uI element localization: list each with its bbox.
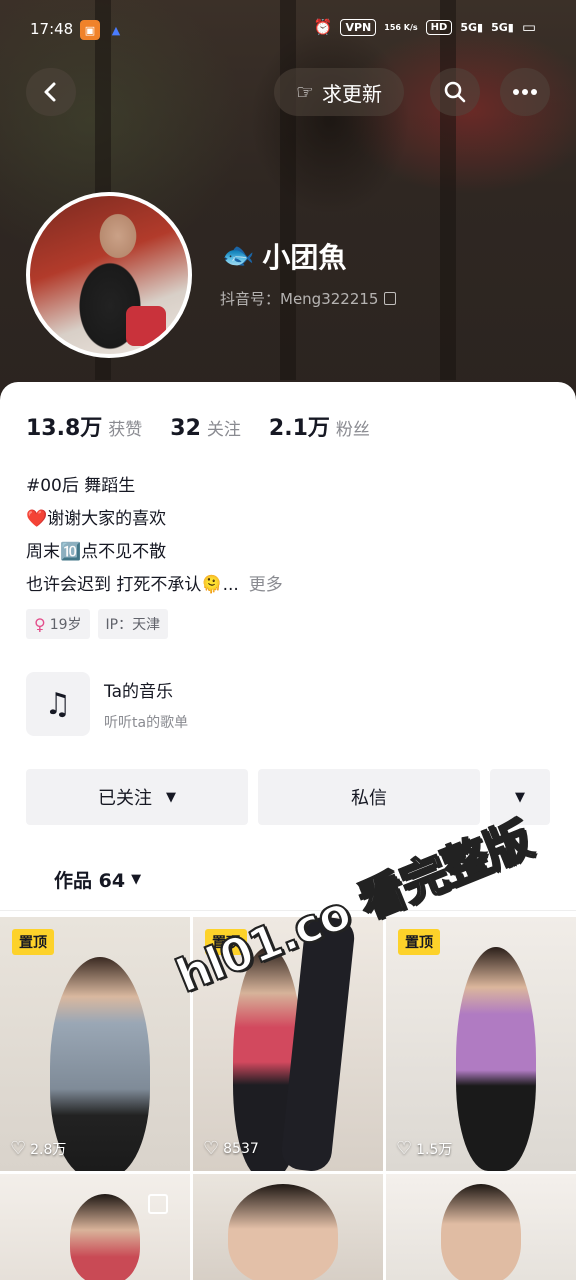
message-label: 私信: [351, 788, 387, 809]
bio-line: 也许会迟到 打死不承认🫠... 更多: [26, 575, 283, 595]
message-button[interactable]: 私信: [258, 769, 480, 825]
bio-more-link[interactable]: 更多: [249, 575, 283, 595]
profile-name-text: 小团魚: [262, 241, 347, 274]
profile-name: 🐟 小团魚: [222, 236, 346, 276]
image-set-icon: [148, 1194, 168, 1214]
back-button[interactable]: [26, 68, 76, 116]
stat-likes[interactable]: 13.8万 获赞: [26, 410, 142, 442]
vpn-badge: VPN: [340, 18, 377, 36]
network-speed: 156 K/s: [384, 22, 418, 32]
douyin-id[interactable]: 抖音号：Meng322215: [220, 288, 397, 309]
status-time: 17:48: [30, 20, 74, 38]
heart-outline-icon: ♡: [10, 1138, 27, 1159]
video-thumbnail-subject: [70, 1194, 140, 1280]
stat-label: 获赞: [108, 420, 143, 440]
douyin-id-text: 抖音号：Meng322215: [220, 290, 379, 308]
music-text: Ta的音乐 听听ta的歌单: [104, 677, 188, 732]
female-icon: ♀: [34, 614, 46, 634]
alarm-icon: ⏰: [313, 18, 333, 36]
more-button[interactable]: [500, 68, 550, 116]
fish-icon: 🐟: [222, 241, 255, 271]
avatar[interactable]: [26, 192, 192, 358]
heart-outline-icon: ♡: [203, 1138, 220, 1159]
battery-icon: ▭: [521, 18, 536, 36]
bio-line: #00后 舞蹈生: [26, 476, 136, 496]
profile-stats: 13.8万 获赞 32 关注 2.1万 粉丝: [26, 410, 370, 442]
video-thumbnail-subject: [228, 1184, 338, 1280]
heart-outline-icon: ♡: [396, 1138, 413, 1159]
video-tile[interactable]: 置顶 ♡ 1.5万: [386, 917, 576, 1171]
stat-value: 13.8万: [26, 416, 103, 441]
profile-bio: #00后 舞蹈生 ❤️谢谢大家的喜欢 周末🔟点不见不散 也许会迟到 打死不承认🫠…: [26, 470, 283, 602]
bio-line: 周末🔟点不见不散: [26, 542, 167, 562]
pinned-badge: 置顶: [398, 929, 440, 955]
stat-followers[interactable]: 2.1万 粉丝: [269, 410, 370, 442]
profile-tags: ♀ 19岁 IP：天津: [26, 609, 169, 639]
tab-works[interactable]: 作品 64 ▼: [54, 866, 141, 893]
stat-value: 2.1万: [268, 416, 330, 441]
copy-icon[interactable]: [384, 292, 397, 305]
music-entry[interactable]: ♫ Ta的音乐 听听ta的歌单: [26, 672, 188, 736]
video-tile[interactable]: [193, 1174, 383, 1280]
search-icon: [444, 81, 466, 103]
video-like-count: ♡ 1.5万: [396, 1138, 453, 1159]
stat-value: 32: [170, 416, 201, 441]
request-update-label: 求更新: [321, 81, 382, 106]
following-button[interactable]: 已关注 ▼: [26, 769, 248, 825]
video-tile[interactable]: 置顶 ♡ 2.8万: [0, 917, 190, 1171]
video-like-count: ♡ 2.8万: [10, 1138, 67, 1159]
stat-label: 粉丝: [335, 420, 370, 440]
ip-tag: IP：天津: [97, 609, 169, 639]
video-tile[interactable]: [386, 1174, 576, 1280]
bio-line: ❤️谢谢大家的喜欢: [26, 509, 167, 529]
pointing-hand-icon: ☞: [296, 80, 314, 104]
stat-label: 关注: [206, 420, 241, 440]
more-dots-icon: [513, 89, 537, 95]
caret-down-icon: ▼: [515, 789, 525, 805]
heart-emoji-icon: ❤️: [26, 509, 48, 529]
works-label: 作品 64: [54, 870, 126, 892]
search-button[interactable]: [430, 68, 480, 116]
pinned-badge: 置顶: [12, 929, 54, 955]
video-tile[interactable]: [0, 1174, 190, 1280]
age-tag: ♀ 19岁: [26, 609, 90, 639]
app-notification-icon: ▣: [80, 20, 100, 40]
app-notification-icon: ▲: [111, 23, 121, 37]
stat-following[interactable]: 32 关注: [170, 415, 241, 441]
video-thumbnail-subject: [456, 947, 536, 1171]
caret-down-icon: ▼: [131, 872, 142, 887]
music-note-icon: ♫: [26, 672, 90, 736]
music-subtitle: 听听ta的歌单: [104, 714, 189, 731]
chevron-left-icon: [44, 82, 56, 102]
video-thumbnail-subject: [441, 1184, 521, 1280]
status-bar: 17:48 ▣ ▲ ⏰ VPN 156 K/s HD 5G▮ 5G▮ ▭: [0, 0, 576, 62]
video-like-count: ♡ 8537: [203, 1138, 259, 1159]
signal-5g-1: 5G▮: [460, 20, 484, 34]
music-title: Ta的音乐: [104, 681, 173, 702]
following-label: 已关注: [98, 788, 152, 809]
signal-5g-2: 5G▮: [491, 20, 514, 34]
avatar-detail: [126, 306, 166, 346]
request-update-button[interactable]: ☞ 求更新: [274, 68, 404, 116]
status-right-icons: ⏰ VPN 156 K/s HD 5G▮ 5G▮ ▭: [314, 18, 536, 36]
hd-badge: HD: [425, 19, 453, 35]
caret-down-icon: ▼: [166, 789, 176, 805]
